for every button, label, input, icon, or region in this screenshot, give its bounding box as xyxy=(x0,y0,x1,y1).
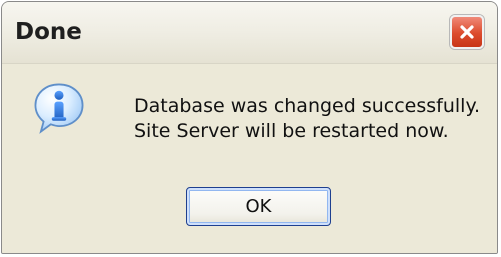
dialog-message: Database was changed successfully. Site … xyxy=(134,94,484,144)
ok-button[interactable]: OK xyxy=(186,187,331,226)
dialog-title: Done xyxy=(15,19,82,45)
message-line-1: Database was changed successfully. xyxy=(134,95,481,117)
message-dialog: Done Database was changed successfully. … xyxy=(1,1,498,254)
close-icon xyxy=(460,25,474,39)
info-icon xyxy=(34,83,84,134)
dialog-content: Database was changed successfully. Site … xyxy=(2,64,497,253)
message-line-2: Site Server will be restarted now. xyxy=(134,120,449,142)
close-button[interactable] xyxy=(450,15,484,49)
title-bar[interactable]: Done xyxy=(2,2,497,64)
